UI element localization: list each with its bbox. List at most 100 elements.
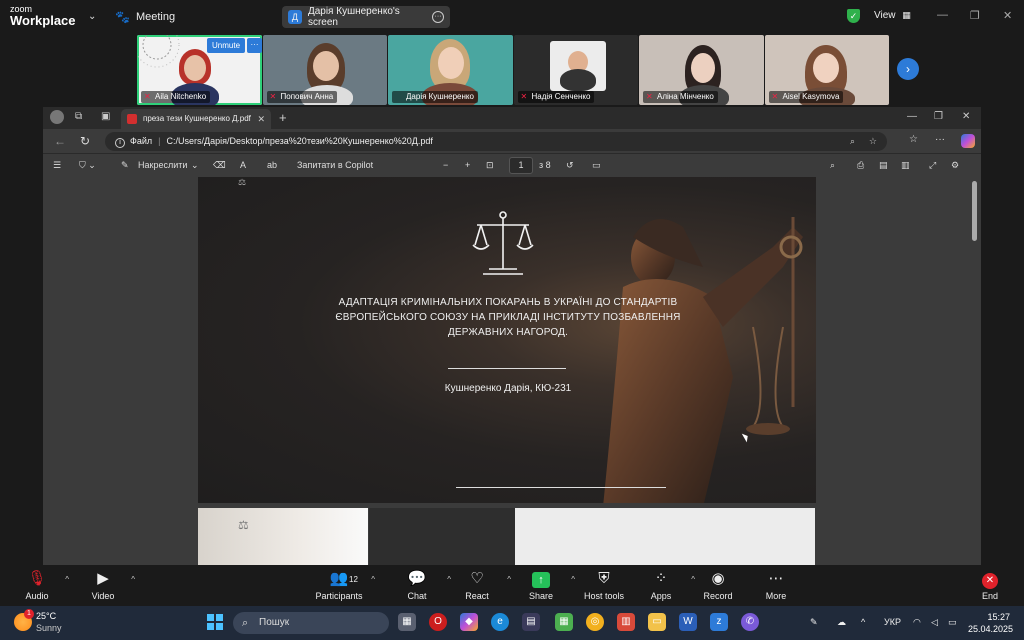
- more-icon[interactable]: ···: [935, 134, 945, 145]
- store-icon[interactable]: ▤: [522, 613, 540, 631]
- share-button[interactable]: ↑ Share ^: [511, 569, 575, 601]
- save-as-icon[interactable]: ▥: [901, 160, 910, 171]
- more-button[interactable]: ⋯ More: [746, 569, 806, 601]
- taskbar-search[interactable]: ⌕ Пошук: [233, 612, 389, 634]
- zoom-app-icon[interactable]: z: [710, 613, 728, 631]
- settings-gear-icon[interactable]: ⚙: [951, 160, 959, 171]
- page-number-input[interactable]: 1: [509, 157, 533, 174]
- close-icon[interactable]: ✕: [962, 111, 970, 122]
- zoom-icon[interactable]: ⌕: [850, 132, 855, 151]
- profile-avatar[interactable]: [50, 110, 64, 124]
- host-tools-button[interactable]: ⛨ Host tools: [574, 569, 634, 601]
- pdf-app-icon[interactable]: ▥: [617, 613, 635, 631]
- refresh-icon[interactable]: ↻: [80, 134, 90, 148]
- wifi-icon[interactable]: ◠: [913, 617, 921, 628]
- react-button[interactable]: ♡ React ^: [447, 569, 511, 601]
- word-icon[interactable]: W: [679, 613, 697, 631]
- show-hidden-icon[interactable]: ^: [861, 617, 865, 627]
- chevron-up-icon[interactable]: ^: [371, 575, 375, 584]
- start-button[interactable]: [207, 614, 223, 630]
- page-view-icon[interactable]: ▭: [592, 160, 601, 171]
- end-button[interactable]: ✕ End: [960, 569, 1020, 601]
- info-icon[interactable]: i: [115, 138, 125, 148]
- back-icon[interactable]: ←: [54, 134, 66, 148]
- rotate-icon[interactable]: ↺: [566, 160, 574, 171]
- tab-pdf[interactable]: преза тези Кушнеренко Д.pdf ✕: [121, 109, 271, 129]
- audio-button[interactable]: 🎙 Audio ^: [7, 569, 69, 601]
- ask-copilot-button[interactable]: Запитати в Copilot: [297, 160, 373, 170]
- zoom-in-icon[interactable]: +: [465, 160, 470, 170]
- participant-tile[interactable]: ✕ Попович Анна: [262, 35, 387, 105]
- draw-icon[interactable]: ✎: [121, 160, 129, 171]
- name-text: Надія Сенченко: [531, 92, 591, 101]
- apps-button[interactable]: ⁘ Apps ^: [631, 569, 695, 601]
- participant-tile[interactable]: Unmute ··· ✕ Aila Nitchenko: [137, 35, 262, 105]
- chevron-up-icon[interactable]: ^: [65, 575, 69, 584]
- clock[interactable]: 15:27 25.04.2025: [968, 611, 1013, 635]
- favorite-star-icon[interactable]: ☆: [869, 132, 877, 151]
- edge-icon[interactable]: e: [491, 613, 509, 631]
- new-tab-icon[interactable]: +: [279, 110, 287, 125]
- print-icon[interactable]: ⎙: [857, 160, 864, 171]
- close-tab-icon[interactable]: ✕: [257, 109, 265, 129]
- participants-button[interactable]: 👥 Participants ^: [309, 569, 375, 601]
- video-button[interactable]: ▶ Video ^: [73, 569, 135, 601]
- highlight-icon[interactable]: ⛉ ⌄: [79, 160, 96, 171]
- minimize-icon[interactable]: —: [907, 111, 917, 122]
- opera-icon[interactable]: O: [429, 613, 447, 631]
- more-options-icon[interactable]: ···: [432, 11, 444, 23]
- fullscreen-icon[interactable]: ⤢: [929, 160, 936, 171]
- scrollbar-thumb[interactable]: [972, 181, 977, 241]
- restore-icon[interactable]: ❐: [970, 9, 980, 22]
- more-label: More: [765, 591, 787, 601]
- scrollbar[interactable]: [970, 177, 978, 565]
- draw-label[interactable]: Накреслити: [138, 160, 187, 170]
- translate-icon[interactable]: ab: [267, 160, 277, 170]
- cloud-icon[interactable]: ☁: [837, 617, 846, 628]
- save-icon[interactable]: ▤: [879, 160, 888, 171]
- chrome-icon[interactable]: ◎: [586, 613, 604, 631]
- volume-icon[interactable]: ◁: [931, 617, 938, 628]
- participant-tile[interactable]: ✕ Аліна Мінченко: [639, 35, 764, 105]
- record-button[interactable]: ◉ Record: [688, 569, 748, 601]
- meeting-menu[interactable]: 🐾 Meeting: [115, 10, 175, 24]
- screen-share-indicator[interactable]: Д Дарія Кушнеренко's screen ···: [282, 6, 450, 28]
- task-view-icon[interactable]: ▦: [398, 613, 416, 631]
- restore-icon[interactable]: ❐: [934, 111, 943, 122]
- language-indicator[interactable]: УКР: [884, 617, 901, 627]
- eraser-icon[interactable]: ⌫: [213, 160, 226, 171]
- view-button[interactable]: View ▦: [874, 10, 911, 21]
- battery-icon[interactable]: ▭: [948, 617, 957, 628]
- chevron-up-icon[interactable]: ^: [131, 575, 135, 584]
- copilot-app-icon[interactable]: ◆: [460, 613, 478, 631]
- chat-button[interactable]: 💬 Chat ^: [387, 569, 451, 601]
- address-bar[interactable]: i Файл | C:/Users/Дарія/Desktop/преза%20тез…: [105, 132, 887, 151]
- chevron-down-icon[interactable]: ⌄: [88, 11, 96, 22]
- pen-icon[interactable]: ✎: [810, 617, 818, 628]
- tab-actions-icon[interactable]: ▣: [101, 111, 110, 122]
- viber-icon[interactable]: ✆: [741, 613, 759, 631]
- contents-icon[interactable]: ☰: [53, 160, 61, 171]
- fit-page-icon[interactable]: ⊡: [486, 160, 494, 171]
- muted-mic-icon: ✕: [269, 92, 277, 101]
- pdf-viewer[interactable]: ⚖ АДАПТАЦІЯ КРИМІНАЛЬНИХ ПОКАРАНЬ В УКРА…: [43, 177, 981, 565]
- pdf-icon: [127, 114, 137, 124]
- participant-tile[interactable]: Дарія Кушнеренко: [388, 35, 513, 105]
- workspaces-icon[interactable]: ⧉: [75, 111, 82, 122]
- participant-tile[interactable]: ✕ Надія Сенченко: [513, 35, 638, 105]
- search-icon[interactable]: ⌕: [830, 160, 835, 171]
- chevron-down-icon[interactable]: ⌄: [191, 160, 199, 171]
- more-icon[interactable]: ···: [247, 38, 262, 53]
- next-page-button[interactable]: ›: [897, 58, 919, 80]
- read-aloud-icon[interactable]: A: [240, 160, 246, 170]
- zoom-out-icon[interactable]: −: [443, 160, 448, 170]
- copilot-icon[interactable]: [961, 134, 975, 148]
- file-explorer-icon[interactable]: ▭: [648, 613, 666, 631]
- excel-like-icon[interactable]: ▦: [555, 613, 573, 631]
- minimize-icon[interactable]: —: [937, 9, 948, 21]
- participant-tile[interactable]: ✕ Aisel Kasymova: [764, 35, 889, 105]
- close-icon[interactable]: ✕: [1003, 9, 1012, 22]
- favorites-icon[interactable]: ☆: [909, 134, 918, 145]
- unmute-button[interactable]: Unmute: [207, 38, 246, 53]
- security-shield-icon[interactable]: ✓: [847, 9, 860, 23]
